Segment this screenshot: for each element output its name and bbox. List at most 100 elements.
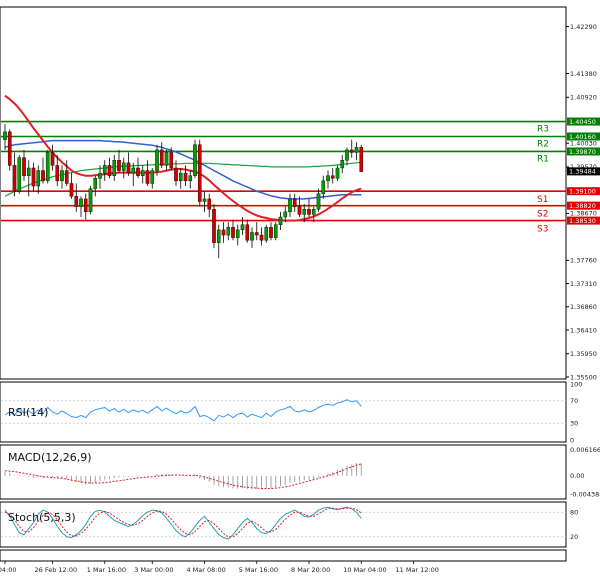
time-tick-label: 11 Mar 12:00 xyxy=(396,566,439,574)
price-tags: 1.40450 1.40160 1.39870 1.39100 1.38820 1.385… xyxy=(567,117,600,225)
time-axis: 5 Feb 04:00 26 Feb 12:00 1 Mar 16:00 3 Mar … xyxy=(0,561,439,574)
candle-body xyxy=(93,178,98,189)
candle-body xyxy=(226,227,231,236)
candle-body xyxy=(326,175,330,182)
time-tick-label: 4 Mar 08:00 xyxy=(187,566,226,574)
empty-panel-frame xyxy=(0,549,567,562)
candle-body xyxy=(197,144,202,202)
rsi-tick-label: 0 xyxy=(570,436,574,444)
candle-body xyxy=(164,152,169,166)
candle-body xyxy=(140,170,145,176)
support-s3-tag-label: 1.38530 xyxy=(569,217,596,225)
candle-body xyxy=(278,216,283,225)
time-tick-label: 3 Mar 00:00 xyxy=(134,566,173,574)
price-tick-label: 1.36410 xyxy=(570,326,597,334)
candle-body xyxy=(250,232,254,241)
support-s1-name: S1 xyxy=(537,195,548,205)
resistance-r2-name: R2 xyxy=(537,139,549,149)
candle-body xyxy=(98,172,102,179)
price-panel-frame xyxy=(0,6,567,380)
resistance-r1-name: R1 xyxy=(537,154,549,164)
price-tick-label: 1.42290 xyxy=(570,23,597,31)
rsi-tick-label: 100 xyxy=(570,380,582,388)
current-price-label: 1.39484 xyxy=(569,168,596,176)
support-s3-name: S3 xyxy=(537,225,548,235)
candle-body xyxy=(340,160,345,169)
candle-body xyxy=(102,165,107,174)
candle-body xyxy=(283,211,288,218)
candle-body xyxy=(212,209,216,243)
candle-body xyxy=(50,152,55,166)
macd-title: MACD(12,26,9) xyxy=(8,451,92,464)
price-tick-label: 1.41380 xyxy=(570,70,597,78)
candle-body xyxy=(349,149,354,153)
stoch-panel: 80 20 Stoch(5,5,3) xyxy=(0,501,578,548)
candle-body xyxy=(121,162,126,171)
time-tick-label: 26 Feb 12:00 xyxy=(35,566,78,574)
candle-body xyxy=(316,193,321,210)
candle-body xyxy=(112,160,117,176)
candle-body xyxy=(292,198,297,207)
stoch-title: Stoch(5,5,3) xyxy=(8,511,76,524)
candle-body xyxy=(22,157,26,176)
candle-body xyxy=(150,170,155,184)
time-tick-label: 1 Mar 16:00 xyxy=(87,566,126,574)
price-tick-label: 1.40920 xyxy=(570,94,597,102)
candle-body xyxy=(26,167,31,176)
time-tick-label: 8 Mar 20:00 xyxy=(291,566,330,574)
candle-body xyxy=(69,183,74,197)
rsi-panel-frame xyxy=(0,381,567,443)
candle-body xyxy=(273,224,278,238)
candle-body xyxy=(311,209,316,215)
price-tick-label: 1.36860 xyxy=(570,303,597,311)
candle-body xyxy=(302,209,307,215)
candle-body xyxy=(136,167,140,176)
candle-body xyxy=(335,167,340,179)
price-tick-label: 1.37760 xyxy=(570,257,597,265)
candle-body xyxy=(221,229,226,236)
candle-body xyxy=(155,149,159,171)
time-tick-label: 5 Feb 04:00 xyxy=(0,566,17,574)
candle-body xyxy=(269,227,273,238)
candle-body xyxy=(183,172,188,182)
price-panel: 1.422901.413801.409201.400301.395701.386… xyxy=(0,6,600,381)
candle-body xyxy=(17,157,22,192)
candle-body xyxy=(188,175,193,182)
stoch-axis: 80 20 xyxy=(570,509,578,542)
macd-tick-label: 0.00 xyxy=(570,472,584,480)
rsi-title: RSI(14) xyxy=(8,406,48,419)
candle-body xyxy=(193,144,197,176)
price-tick-label: 1.35950 xyxy=(570,350,597,358)
candle-body xyxy=(264,227,269,241)
candle-body xyxy=(354,147,359,153)
macd-tick-label: -0.004384 xyxy=(570,491,600,499)
candle-body xyxy=(254,232,259,236)
candle-body xyxy=(231,227,235,238)
resistance-r3-tag-label: 1.40450 xyxy=(569,118,596,126)
stoch-panel-frame xyxy=(0,501,567,548)
candle-body xyxy=(240,224,245,231)
candle-body xyxy=(88,188,93,213)
candle-body xyxy=(202,198,207,202)
candle-body xyxy=(169,152,174,169)
time-tick-label: 5 Mar 16:00 xyxy=(239,566,278,574)
candle-body xyxy=(235,229,240,238)
candle-body xyxy=(207,198,212,210)
time-tick-label: 10 Mar 04:00 xyxy=(343,566,386,574)
candle-body xyxy=(107,165,112,176)
candle-body xyxy=(297,206,302,215)
price-tick-label: 1.37310 xyxy=(570,280,597,288)
candle-body xyxy=(7,131,12,166)
candle-body xyxy=(117,160,121,171)
candle-body xyxy=(174,167,178,182)
support-s2-name: S2 xyxy=(537,210,548,220)
stoch-tick-label: 20 xyxy=(570,533,578,541)
rsi-axis: 100 70 30 0 xyxy=(570,380,582,444)
candle-body xyxy=(245,224,250,241)
candle-body xyxy=(64,170,69,184)
rsi-panel: 100 70 30 0 RSI(14) xyxy=(0,380,582,444)
resistance-r3-name: R3 xyxy=(537,125,549,135)
candle-body xyxy=(288,198,292,213)
candle-body xyxy=(74,196,79,207)
macd-panel: 0.006166 0.00 -0.004384 MACD(12,26,9) xyxy=(0,444,600,500)
